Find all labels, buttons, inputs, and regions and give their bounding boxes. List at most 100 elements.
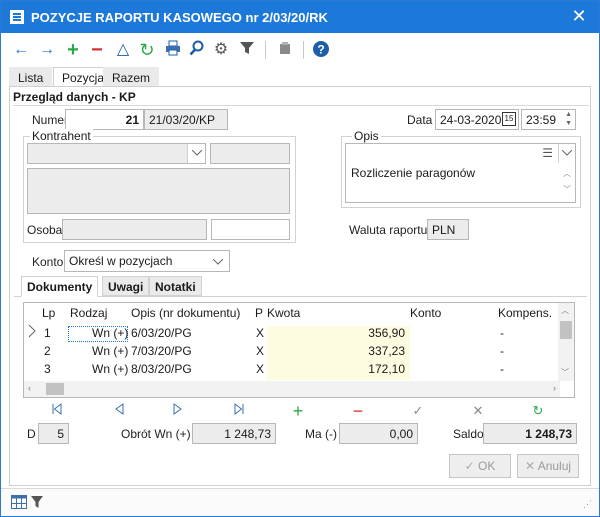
scroll-down-icon[interactable]: ﹀ [561, 367, 569, 378]
filter-icon[interactable] [31, 495, 43, 512]
saldo-field: 1 248,73 [483, 423, 577, 444]
tab-dokumenty[interactable]: Dokumenty [21, 276, 99, 297]
chevron-down-icon[interactable] [187, 144, 205, 163]
spinner-icon[interactable]: ▲ ▼ [565, 110, 572, 128]
close-button[interactable]: ✕ [569, 6, 589, 26]
app-icon [10, 10, 24, 24]
scroll-up-icon[interactable]: ︿ [561, 305, 569, 316]
col-kompens[interactable]: Kompens. [498, 306, 552, 320]
kontrahent-address-field[interactable] [27, 168, 290, 214]
chevron-down-icon[interactable] [558, 144, 575, 163]
table-row[interactable]: 3 Wn (+) 8/03/20/PG X 172,10 - [24, 359, 558, 380]
chevron-down-icon[interactable] [212, 254, 224, 268]
anuluj-label: Anuluj [537, 459, 572, 473]
refresh-icon[interactable]: ↻ [137, 40, 157, 60]
last-record-icon[interactable] [230, 402, 248, 419]
help-icon[interactable]: ? [311, 40, 331, 60]
table-row[interactable]: 1 Wn (+) 6/03/20/PG X 356,90 - [24, 323, 558, 344]
konto-label: Konto [32, 255, 64, 269]
data-label: Data [407, 113, 433, 127]
tab-razem[interactable]: Razem [103, 67, 160, 87]
plus-icon[interactable]: + [63, 40, 83, 60]
scroll-left-icon[interactable]: ‹ [28, 383, 31, 393]
osoba-field[interactable] [62, 219, 207, 240]
cell-lp: 2 [44, 344, 51, 358]
col-konto[interactable]: Konto [410, 306, 441, 320]
resize-grip-icon[interactable]: ⋰ [583, 499, 592, 510]
konto-value: Określ w pozycjach [69, 254, 173, 268]
tab-uwagi[interactable]: Uwagi [102, 276, 150, 296]
kontrahent-combo[interactable] [27, 143, 206, 164]
grid-horizontal-scrollbar[interactable]: ‹ › [24, 381, 560, 397]
cell-rodzaj: Wn (+) [92, 344, 129, 358]
ok-label: OK [478, 459, 496, 473]
scroll-up-icon[interactable]: ︿ [563, 168, 571, 179]
horizontal-scroll-thumb[interactable] [46, 383, 64, 395]
opis-textarea[interactable]: Rozliczenie paragonów ☰ ︿ ﹀ [345, 143, 576, 203]
cell-kwota: 356,90 [368, 326, 405, 340]
col-rodzaj[interactable]: Rodzaj [70, 306, 107, 320]
calendar-icon[interactable]: 15 [502, 112, 516, 126]
gears-icon[interactable]: ⚙ [211, 40, 231, 60]
konto-select[interactable]: Określ w pozycjach [64, 250, 230, 272]
toolbar-separator [303, 41, 304, 59]
saldo-label: Saldo [453, 427, 484, 441]
confirm-record-icon[interactable]: ✓ [409, 403, 427, 419]
numer-label: Numer [32, 113, 69, 127]
cell-kwota: 337,23 [368, 344, 405, 358]
col-p[interactable]: P [255, 306, 263, 320]
filter-icon[interactable] [237, 40, 257, 60]
first-record-icon[interactable] [48, 402, 66, 419]
cell-kompens: - [500, 362, 504, 376]
anuluj-button[interactable]: ✕ Anuluj [517, 454, 579, 478]
check-icon: ✓ [464, 459, 475, 473]
triangle-icon[interactable]: △ [113, 40, 133, 60]
opis-text: Rozliczenie paragonów [351, 166, 476, 180]
delete-record-icon[interactable]: − [349, 402, 367, 420]
refresh-record-icon[interactable]: ↻ [529, 403, 547, 419]
col-kwota[interactable]: Kwota [267, 306, 300, 320]
printer-icon[interactable] [163, 40, 183, 60]
ma-label: Ma (-) [305, 427, 337, 441]
col-opis[interactable]: Opis (nr dokumentu) [131, 306, 240, 320]
ok-button[interactable]: ✓ OK [449, 454, 511, 478]
cancel-record-icon[interactable]: ✕ [469, 403, 487, 419]
vertical-scroll-thumb[interactable] [560, 321, 572, 339]
col-lp[interactable]: Lp [42, 306, 55, 320]
time-value: 23:59 [526, 113, 557, 127]
prev-record-icon[interactable] [110, 403, 128, 419]
cell-opis: 8/03/20/PG [131, 362, 192, 376]
scroll-down-icon[interactable]: ﹀ [563, 184, 571, 195]
arrow-left-icon[interactable]: ← [11, 40, 31, 60]
date-value: 24-03-2020 [440, 113, 502, 127]
next-record-icon[interactable] [169, 403, 187, 419]
grid-vertical-scrollbar[interactable]: ︿ ﹀ [558, 303, 574, 381]
cell-opis: 7/03/20/PG [131, 344, 192, 358]
osoba-extra-field[interactable] [211, 219, 290, 240]
time-input[interactable]: 23:59 ▲ ▼ [521, 109, 576, 130]
kontrahent-code-field[interactable] [210, 143, 290, 164]
minus-icon[interactable]: − [87, 40, 107, 60]
table-row[interactable]: 2 Wn (+) 7/03/20/PG X 337,23 - [24, 341, 558, 362]
scroll-right-icon[interactable]: › [553, 383, 556, 393]
section-title: Przegląd danych - KP [13, 90, 136, 104]
grid-header: Lp Rodzaj Opis (nr dokumentu) P Kwota Ko… [24, 303, 560, 323]
add-record-icon[interactable]: + [289, 402, 307, 420]
documents-grid: Lp Rodzaj Opis (nr dokumentu) P Kwota Ko… [23, 302, 575, 398]
title-bar: POZYCJE RAPORTU KASOWEGO nr 2/03/20/RK ✕ [1, 1, 599, 33]
clip-icon[interactable] [275, 40, 295, 60]
date-input[interactable]: 24-03-2020 15 [435, 109, 519, 130]
svg-text:?: ? [317, 43, 324, 57]
kontrahent-group-title: Kontrahent [30, 129, 93, 143]
tab-notatki[interactable]: Notatki [149, 276, 202, 296]
cell-kwota: 172,10 [368, 362, 405, 376]
arrow-right-icon[interactable]: → [37, 40, 57, 60]
ma-field: 0,00 [339, 423, 418, 444]
table-icon[interactable] [11, 495, 27, 512]
section-divider [13, 105, 589, 106]
list-icon[interactable]: ☰ [542, 146, 553, 160]
numer-input[interactable]: 21 [65, 109, 144, 130]
cell-opis: 6/03/20/PG [131, 326, 192, 340]
tab-lista[interactable]: Lista [9, 67, 53, 87]
magnifier-icon[interactable] [187, 40, 207, 60]
